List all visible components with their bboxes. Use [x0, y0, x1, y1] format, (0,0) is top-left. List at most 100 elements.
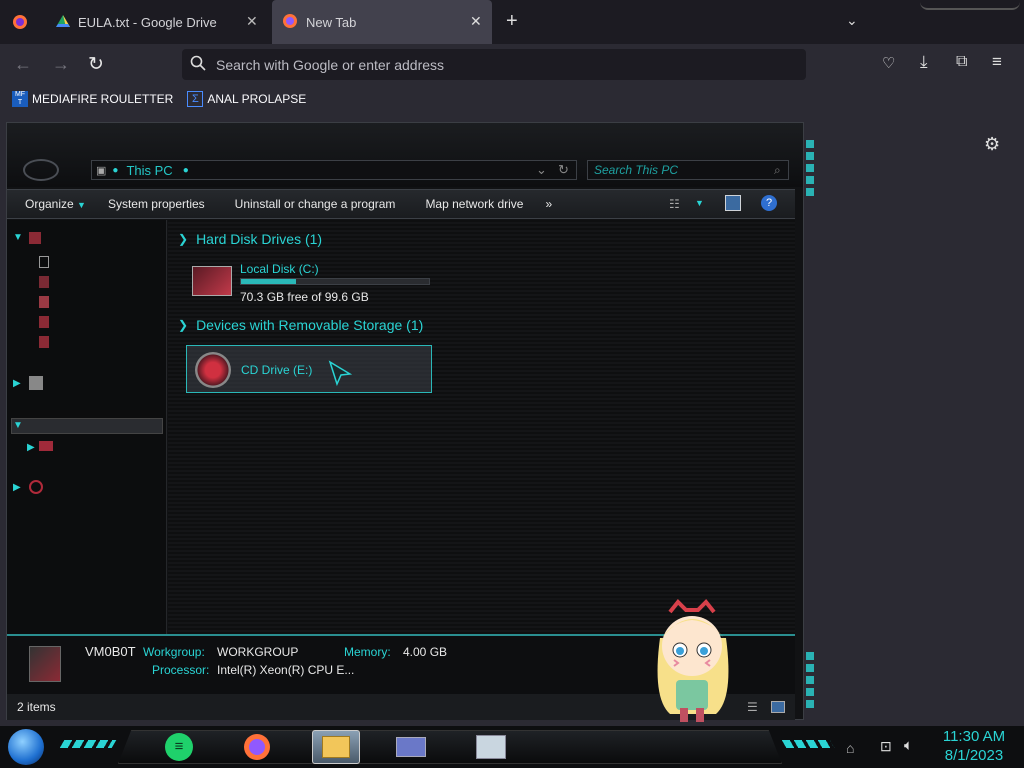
collapse-chevron-icon: ❯	[178, 318, 189, 332]
tab-list-chevron-icon[interactable]: ⌄	[846, 12, 858, 29]
close-tab-icon[interactable]: ✕	[246, 13, 258, 30]
help-icon[interactable]: ?	[761, 195, 777, 211]
network-tray-icon[interactable]: ⊡	[880, 738, 892, 755]
expand-icon[interactable]: ▼	[13, 232, 23, 243]
tab-new-tab[interactable]: New Tab ✕	[272, 0, 492, 44]
expand-icon[interactable]: ▶	[27, 442, 35, 453]
workgroup-label: Workgroup:	[143, 645, 205, 659]
cd-drive-item[interactable]: CD Drive (E:)	[186, 345, 432, 393]
address-bar[interactable]: ▣ ● This PC ● ⌄ ↻	[91, 160, 577, 180]
processor-value: Intel(R) Xeon(R) CPU E...	[217, 663, 355, 677]
taskbar-dock	[118, 730, 782, 764]
cd-drive-icon	[195, 352, 231, 388]
collapse-chevron-icon: ❯	[178, 232, 189, 246]
drive-icon[interactable]	[39, 441, 53, 451]
back-forward-orb-icon[interactable]	[23, 159, 59, 181]
reload-icon[interactable]: ↻	[88, 53, 104, 76]
address-text: This PC	[126, 162, 173, 178]
system-properties-button[interactable]: System properties	[108, 197, 205, 211]
frame-decoration	[781, 740, 835, 748]
gear-icon[interactable]: ⚙	[984, 134, 1000, 155]
navigation-pane: ▼ ▶ ▼ ▶ ▶	[7, 220, 167, 634]
details-view-icon[interactable]: ☰	[747, 700, 758, 714]
view-options-icon[interactable]: ☷	[669, 197, 680, 211]
url-placeholder: Search with Google or enter address	[216, 56, 445, 73]
local-disk-item[interactable]: Local Disk (C:) 70.3 GB free of 99.6 GB	[188, 260, 440, 306]
expand-icon[interactable]: ▼	[13, 420, 23, 431]
start-button[interactable]	[8, 729, 44, 765]
bookmark-prolapse[interactable]: Σ ANAL PROLAPSE	[187, 91, 306, 107]
search-input[interactable]: Search This PC ⌕	[587, 160, 789, 180]
command-bar: Organize ▼ System properties Uninstall o…	[7, 189, 795, 219]
this-pc-nav-item[interactable]	[11, 418, 163, 434]
control-panel-taskbar-icon[interactable]	[392, 730, 430, 764]
frame-decoration	[59, 740, 117, 748]
expand-icon[interactable]: ▶	[13, 378, 21, 389]
disk-usage-fill	[241, 279, 297, 284]
folder-icon[interactable]	[39, 296, 49, 308]
item-count: 2 items	[17, 700, 56, 714]
window-frame-decoration	[920, 0, 1020, 10]
new-tab-plus-icon[interactable]: +	[506, 10, 518, 33]
bookmark-mediafire[interactable]: MF T MEDIAFIRE ROULETTER	[12, 91, 173, 107]
homegroup-icon[interactable]	[29, 376, 43, 390]
arrow-icon: ●	[112, 164, 119, 176]
tab-strip: EULA.txt - Google Drive ✕ New Tab ✕ + ⌄	[0, 0, 1024, 44]
forward-icon[interactable]: →	[52, 54, 70, 75]
search-icon	[190, 55, 206, 74]
chevron-down-icon[interactable]: ⌄	[536, 162, 547, 178]
downloads-icon[interactable]: ⤓	[920, 52, 928, 72]
file-explorer-taskbar-icon[interactable]	[312, 730, 360, 764]
content-pane: ❯ Hard Disk Drives (1) Local Disk (C:) 7…	[168, 220, 795, 634]
drive-name: CD Drive (E:)	[241, 363, 313, 377]
folder-icon[interactable]	[29, 232, 41, 244]
firefox-menu-icon[interactable]	[12, 14, 28, 35]
more-commands-button[interactable]: »	[545, 197, 552, 211]
organize-button[interactable]: Organize ▼	[25, 197, 86, 211]
tab-label: EULA.txt - Google Drive	[78, 14, 217, 30]
url-bar[interactable]: Search with Google or enter address	[182, 49, 806, 80]
pocket-icon[interactable]: ♡	[882, 54, 895, 72]
bookmark-icon: Σ	[187, 91, 204, 107]
firefox-taskbar-icon[interactable]	[238, 730, 276, 764]
hard-drive-icon	[192, 266, 232, 296]
clock-date[interactable]: 8/1/2023	[934, 747, 1014, 764]
back-icon[interactable]: ←	[14, 54, 32, 75]
processor-label: Processor:	[152, 663, 210, 677]
clock-time[interactable]: 11:30 AM	[934, 728, 1014, 745]
bookmarks-toolbar: MF T MEDIAFIRE ROULETTER Σ ANAL PROLAPSE	[0, 86, 1024, 112]
firefox-icon	[282, 13, 298, 32]
disk-usage-bar	[240, 278, 430, 285]
map-network-drive-button[interactable]: Map network drive	[425, 197, 523, 211]
show-hidden-icons[interactable]: ⌂	[846, 740, 854, 756]
notes-app-icon[interactable]: ≡	[160, 730, 198, 764]
expand-icon[interactable]: ▶	[13, 482, 21, 493]
memory-value: 4.00 GB	[403, 645, 448, 659]
group-title: Hard Disk Drives (1)	[196, 231, 323, 247]
close-tab-icon[interactable]: ✕	[470, 13, 482, 30]
refresh-icon[interactable]: ↻	[558, 162, 569, 178]
resource-monitor-taskbar-icon[interactable]	[472, 730, 510, 764]
arrow-icon: ●	[182, 164, 189, 176]
search-placeholder: Search This PC	[594, 163, 679, 177]
free-space-text: 70.3 GB free of 99.6 GB	[240, 290, 369, 304]
computer-icon	[29, 646, 61, 682]
menu-icon[interactable]: ≡	[992, 52, 1002, 72]
folder-icon[interactable]	[39, 316, 49, 328]
folder-icon[interactable]	[39, 276, 49, 288]
folder-icon[interactable]	[39, 256, 49, 268]
search-icon: ⌕	[774, 163, 781, 177]
tab-eula[interactable]: EULA.txt - Google Drive ✕	[44, 0, 270, 44]
network-icon[interactable]	[29, 480, 43, 494]
extensions-icon[interactable]: ⧉	[956, 53, 967, 71]
group-header-removable[interactable]: ❯ Devices with Removable Storage (1)	[178, 317, 423, 333]
folder-icon[interactable]	[39, 336, 49, 348]
preview-pane-icon[interactable]	[725, 195, 741, 211]
chevron-down-icon[interactable]: ▼	[695, 198, 704, 208]
volume-icon[interactable]: 🔈︎	[904, 737, 913, 754]
group-header-hard-disks[interactable]: ❯ Hard Disk Drives (1)	[178, 231, 322, 247]
large-icons-view-icon[interactable]	[771, 701, 785, 713]
uninstall-button[interactable]: Uninstall or change a program	[235, 197, 396, 211]
frame-decoration	[806, 652, 814, 712]
drive-name: Local Disk (C:)	[240, 262, 319, 276]
